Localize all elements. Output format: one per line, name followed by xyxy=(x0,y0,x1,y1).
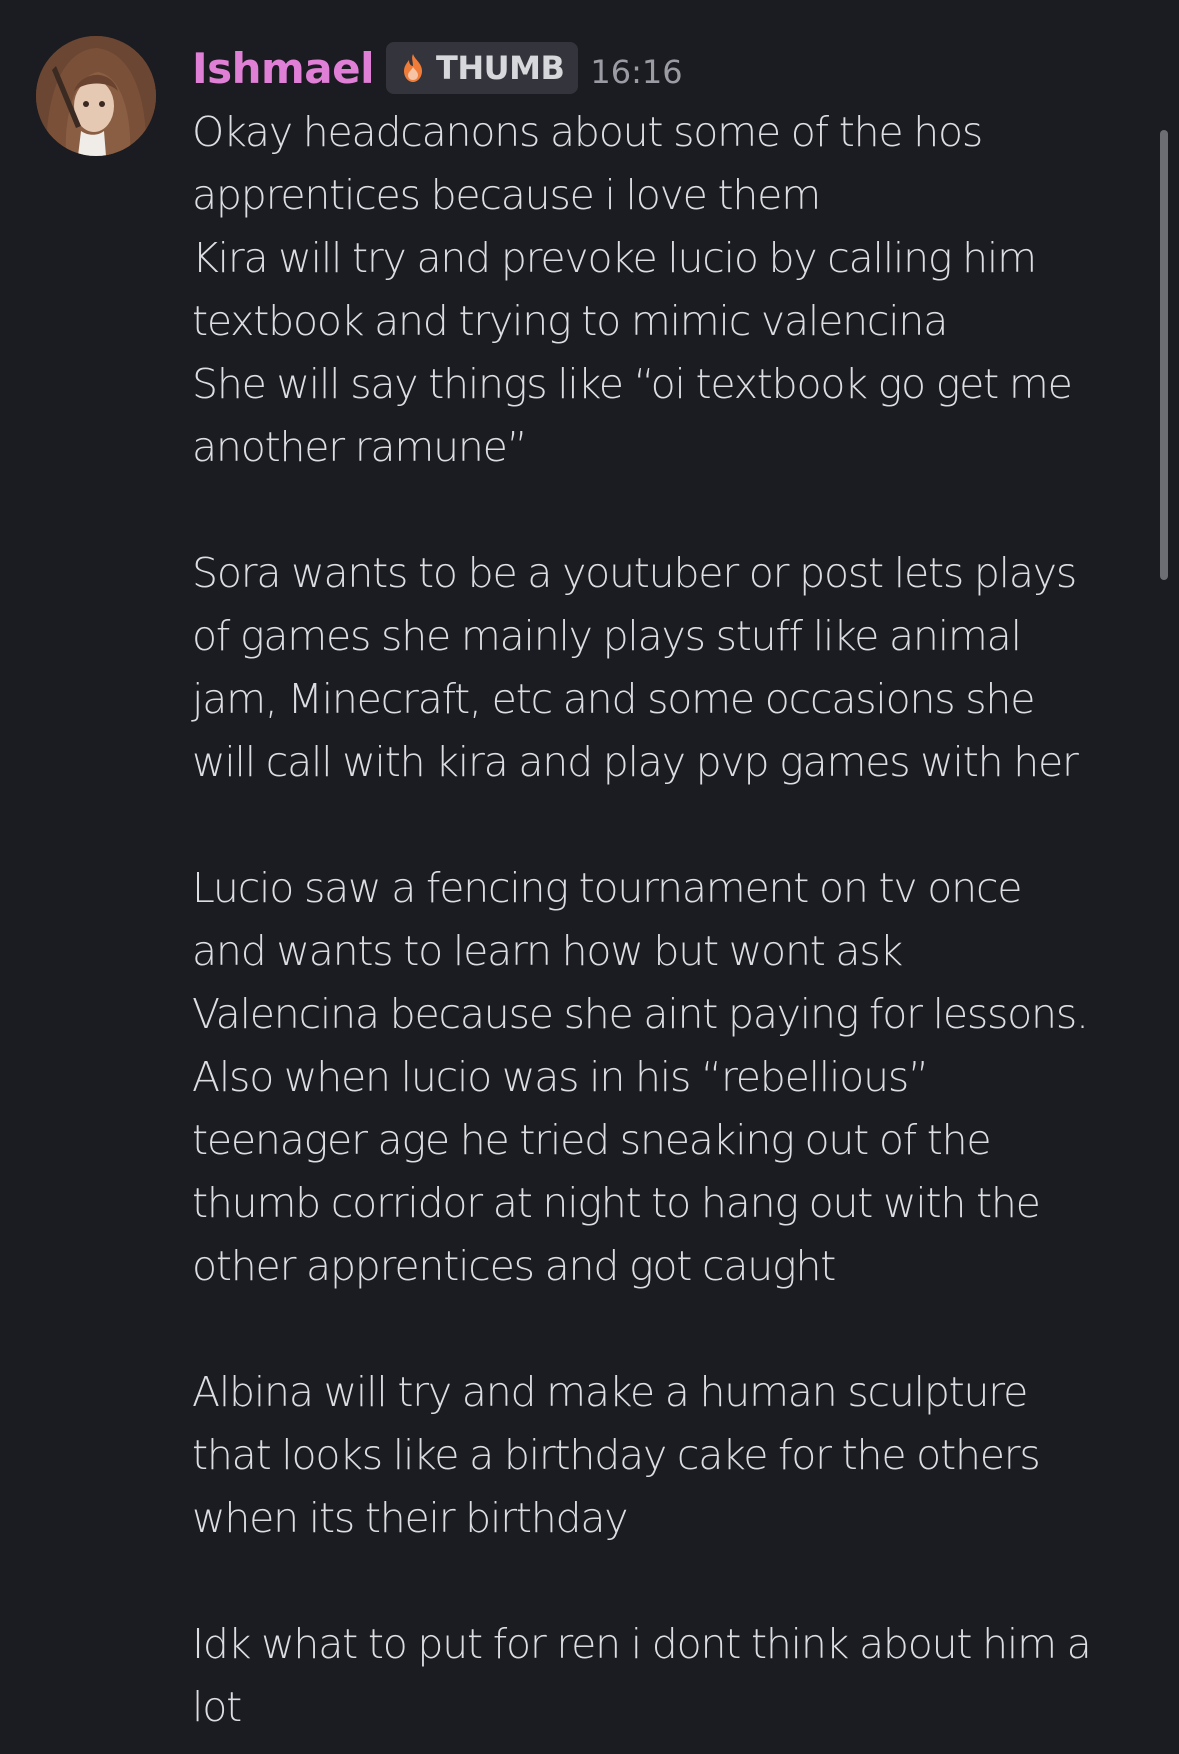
message-line: She will say things like “oi textbook go… xyxy=(192,360,1073,408)
message-line: of games she mainly plays stuff like ani… xyxy=(192,612,1022,660)
message-line: lot xyxy=(192,1683,242,1731)
avatar[interactable] xyxy=(36,36,156,156)
message-line: teenager age he tried sneaking out of th… xyxy=(192,1116,992,1164)
message-line: other apprentices and got caught xyxy=(192,1242,836,1290)
chat-message: Ishmael THUMB 16:16 Okay headcanons abou… xyxy=(0,0,1179,1754)
message-line: that looks like a birthday cake for the … xyxy=(192,1431,1041,1479)
username[interactable]: Ishmael xyxy=(192,44,375,93)
message-line: Idk what to put for ren i dont think abo… xyxy=(192,1620,1092,1668)
message-content: Okay headcanons about some of the hos ap… xyxy=(192,101,1152,1739)
message-line: Okay headcanons about some of the hos xyxy=(192,108,983,156)
timestamp: 16:16 xyxy=(590,53,683,91)
message-line: Valencina because she aint paying for le… xyxy=(192,990,1089,1038)
message-line: another ramune” xyxy=(192,423,528,471)
message-line: Also when lucio was in his “rebellious” xyxy=(192,1053,929,1101)
message-line: will call with kira and play pvp games w… xyxy=(192,738,1079,786)
message-line: and wants to learn how but wont ask xyxy=(192,927,903,975)
message-line: Sora wants to be a youtuber or post lets… xyxy=(192,549,1077,597)
message-line: textbook and trying to mimic valencina xyxy=(192,297,948,345)
scrollbar[interactable] xyxy=(1160,130,1168,580)
message-line: jam, Minecraft, etc and some occasions s… xyxy=(192,675,1035,723)
message-line: apprentices because i love them xyxy=(192,171,821,219)
message-line: Lucio saw a fencing tournament on tv onc… xyxy=(192,864,1023,912)
message-header: Ishmael THUMB 16:16 xyxy=(192,38,683,98)
message-line: thumb corridor at night to hang out with… xyxy=(192,1179,1041,1227)
message-line: Kira will try and prevoke lucio by calli… xyxy=(192,234,1037,282)
flame-icon xyxy=(396,51,430,85)
clan-tag-label: THUMB xyxy=(436,49,565,87)
avatar-image xyxy=(36,36,156,156)
message-line: when its their birthday xyxy=(192,1494,629,1542)
clan-tag[interactable]: THUMB xyxy=(386,42,579,94)
message-line: Albina will try and make a human sculptu… xyxy=(192,1368,1028,1416)
